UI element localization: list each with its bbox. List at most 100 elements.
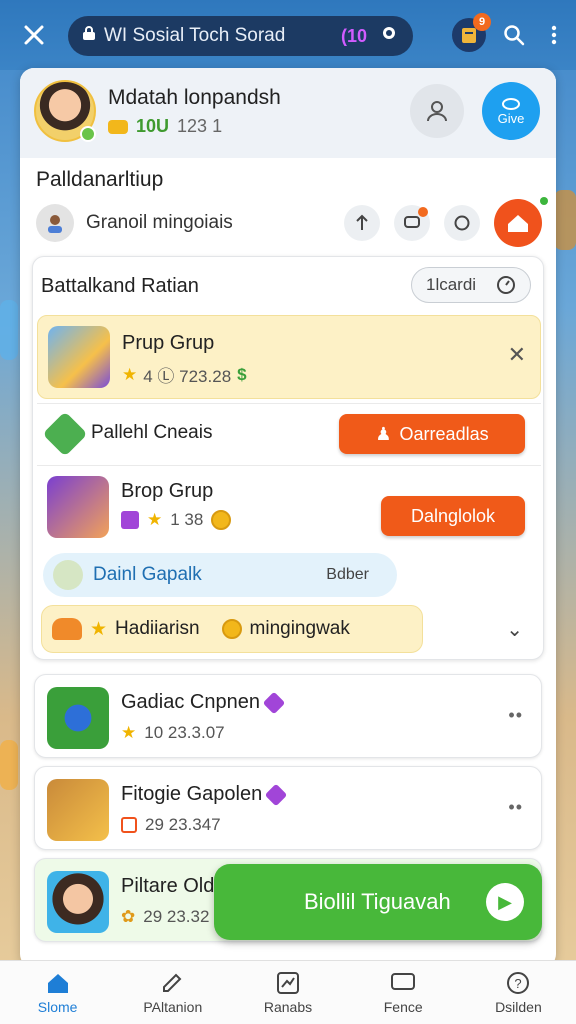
extension-icon[interactable] — [379, 23, 399, 49]
more-vertical-icon[interactable] — [542, 15, 566, 55]
search-icon[interactable] — [494, 15, 534, 55]
friend-avatar[interactable] — [36, 204, 74, 242]
card-filter-label: 1lcardi — [426, 275, 477, 294]
list-item-meta: ✿ 29 23.32 — [121, 907, 209, 927]
messages-button[interactable] — [394, 205, 430, 241]
group-thumbnail — [47, 871, 109, 933]
coin-icon — [221, 619, 242, 639]
money-icon: $ — [237, 364, 247, 384]
list-item[interactable]: Gadiac Cnpnen ★ 10 23.3.07 •• — [34, 674, 542, 758]
star-icon: ★ — [122, 364, 138, 384]
calendar-icon — [121, 817, 137, 833]
trophy-icon: ✿ — [121, 907, 136, 926]
nav-label: Ranabs — [263, 998, 313, 1015]
nav-label: Dsilden — [495, 998, 542, 1015]
info-pill[interactable]: Dainl Gapalk Bdber — [43, 553, 397, 597]
list-item-meta: ★ 10 23.3.07 — [121, 723, 225, 743]
hat-icon — [52, 618, 82, 640]
timer-icon — [497, 276, 515, 294]
list-item-stats: 10 23.3.07 — [144, 723, 225, 742]
chat-icon — [404, 216, 420, 228]
share-button[interactable] — [344, 205, 380, 241]
nav-item-chat[interactable]: Fence — [346, 961, 461, 1024]
gift-icon — [502, 97, 520, 110]
home-icon — [47, 973, 68, 993]
featured-group[interactable]: Prup Grup ★ 4 Ⓛ 723.28 $ ✕ — [37, 315, 541, 399]
notification-dot — [418, 207, 428, 217]
bottom-navigation: Slome PAltanion Ranabs Fence ? Dsilden — [0, 960, 576, 1024]
more-icon[interactable]: •• — [508, 797, 523, 818]
more-icon[interactable]: •• — [508, 705, 523, 726]
give-button[interactable]: Give — [482, 82, 540, 140]
list-item-title-text: Fitogie Gapolen — [121, 783, 263, 805]
list-item-stats: 29 23.347 — [145, 815, 221, 834]
mascot-icon — [53, 560, 83, 590]
card-filter-pill[interactable]: 1lcardi — [411, 267, 531, 303]
list-item-meta: ★ 1 38 — [121, 510, 232, 530]
address-bar[interactable]: WI Sosial Toch Sorad (10 — [68, 16, 413, 56]
profile-card: Mdatah lonpandsh 10U 123 1 Give — [20, 68, 556, 158]
list-item-name: Pallehl Cneais — [91, 422, 213, 443]
background-decoration — [0, 300, 18, 360]
notification-count: 9 — [473, 13, 491, 31]
close-icon[interactable]: ✕ — [508, 342, 526, 368]
primary-cta-button[interactable]: Biollil Tiguavah ▶ — [214, 864, 542, 940]
svg-text:?: ? — [515, 976, 522, 991]
play-icon: ▶ — [486, 883, 524, 921]
list-item-stats: 29 23.32 — [143, 907, 210, 926]
tab-count-chip[interactable]: (10 — [341, 26, 367, 47]
lock-icon — [82, 25, 96, 47]
nav-label: Fence — [383, 998, 423, 1015]
star-icon: ★ — [90, 618, 108, 640]
main-panel: Mdatah lonpandsh 10U 123 1 Give Palldana… — [20, 68, 556, 968]
reward-label-secondary: mingingwak — [249, 618, 350, 639]
profile-stats: 10U 123 1 — [108, 116, 222, 137]
section-title: Palldanarltiup — [36, 168, 164, 191]
featured-group-meta: ★ 4 Ⓛ 723.28 $ — [122, 362, 247, 387]
give-label: Give — [497, 110, 525, 126]
list-item[interactable]: Pallehl Cneais ♟ Oarreadlas — [37, 403, 541, 463]
coin-stack-icon — [108, 119, 128, 134]
house-icon — [508, 215, 528, 232]
profile-button[interactable] — [410, 84, 464, 138]
share-icon — [356, 214, 368, 230]
comment-icon — [454, 215, 470, 231]
friend-name: Granoil mingoiais — [86, 212, 233, 233]
group-thumbnail — [48, 326, 110, 388]
nav-item-home[interactable]: Slome — [0, 961, 115, 1024]
cta-label: Biollil Tiguavah — [304, 889, 451, 914]
nav-item-activity[interactable]: PAltanion — [115, 961, 230, 1024]
close-icon[interactable] — [14, 15, 54, 55]
chat-icon — [391, 972, 416, 990]
comment-button[interactable] — [444, 205, 480, 241]
reward-pill[interactable]: ★ Hadiiarisn mingingwak — [41, 605, 423, 653]
chevron-down-icon[interactable]: ⌄ — [506, 617, 523, 642]
info-pill-label: Dainl Gapalk — [93, 564, 202, 585]
nav-label: PAltanion — [143, 998, 203, 1015]
list-item-title: Gadiac Cnpnen — [121, 691, 286, 714]
chart-icon — [277, 971, 299, 994]
person-icon: ♟ — [375, 423, 392, 444]
list-item[interactable]: Brop Grup ★ 1 38 Dalnglolok — [37, 465, 541, 549]
background-decoration — [554, 190, 576, 250]
background-decoration — [0, 740, 18, 790]
list-item-meta: 29 23.347 — [121, 815, 221, 835]
action-button[interactable]: Dalnglolok — [381, 496, 525, 536]
list-item[interactable]: Fitogie Gapolen 29 23.347 •• — [34, 766, 542, 850]
list-item-title: Piltare Old — [121, 875, 214, 898]
leaf-icon — [42, 411, 88, 457]
friend-row: Granoil mingoiais — [36, 197, 548, 247]
info-pill-aux: Bdber — [326, 566, 369, 583]
star-icon: ★ — [121, 723, 137, 742]
calendar-icon — [121, 511, 139, 529]
house-button[interactable] — [494, 197, 548, 247]
profile-score: 10U — [136, 116, 170, 136]
group-thumbnail — [47, 687, 109, 749]
gem-icon — [264, 783, 288, 806]
extensions-badge-button[interactable]: 9 — [452, 13, 491, 52]
nav-item-rankings[interactable]: Ranabs — [230, 961, 345, 1024]
profile-level: 123 1 — [177, 116, 223, 136]
nav-item-settings[interactable]: ? Dsilden — [461, 961, 576, 1024]
coin-icon — [211, 510, 232, 530]
join-button[interactable]: ♟ Oarreadlas — [339, 414, 525, 454]
